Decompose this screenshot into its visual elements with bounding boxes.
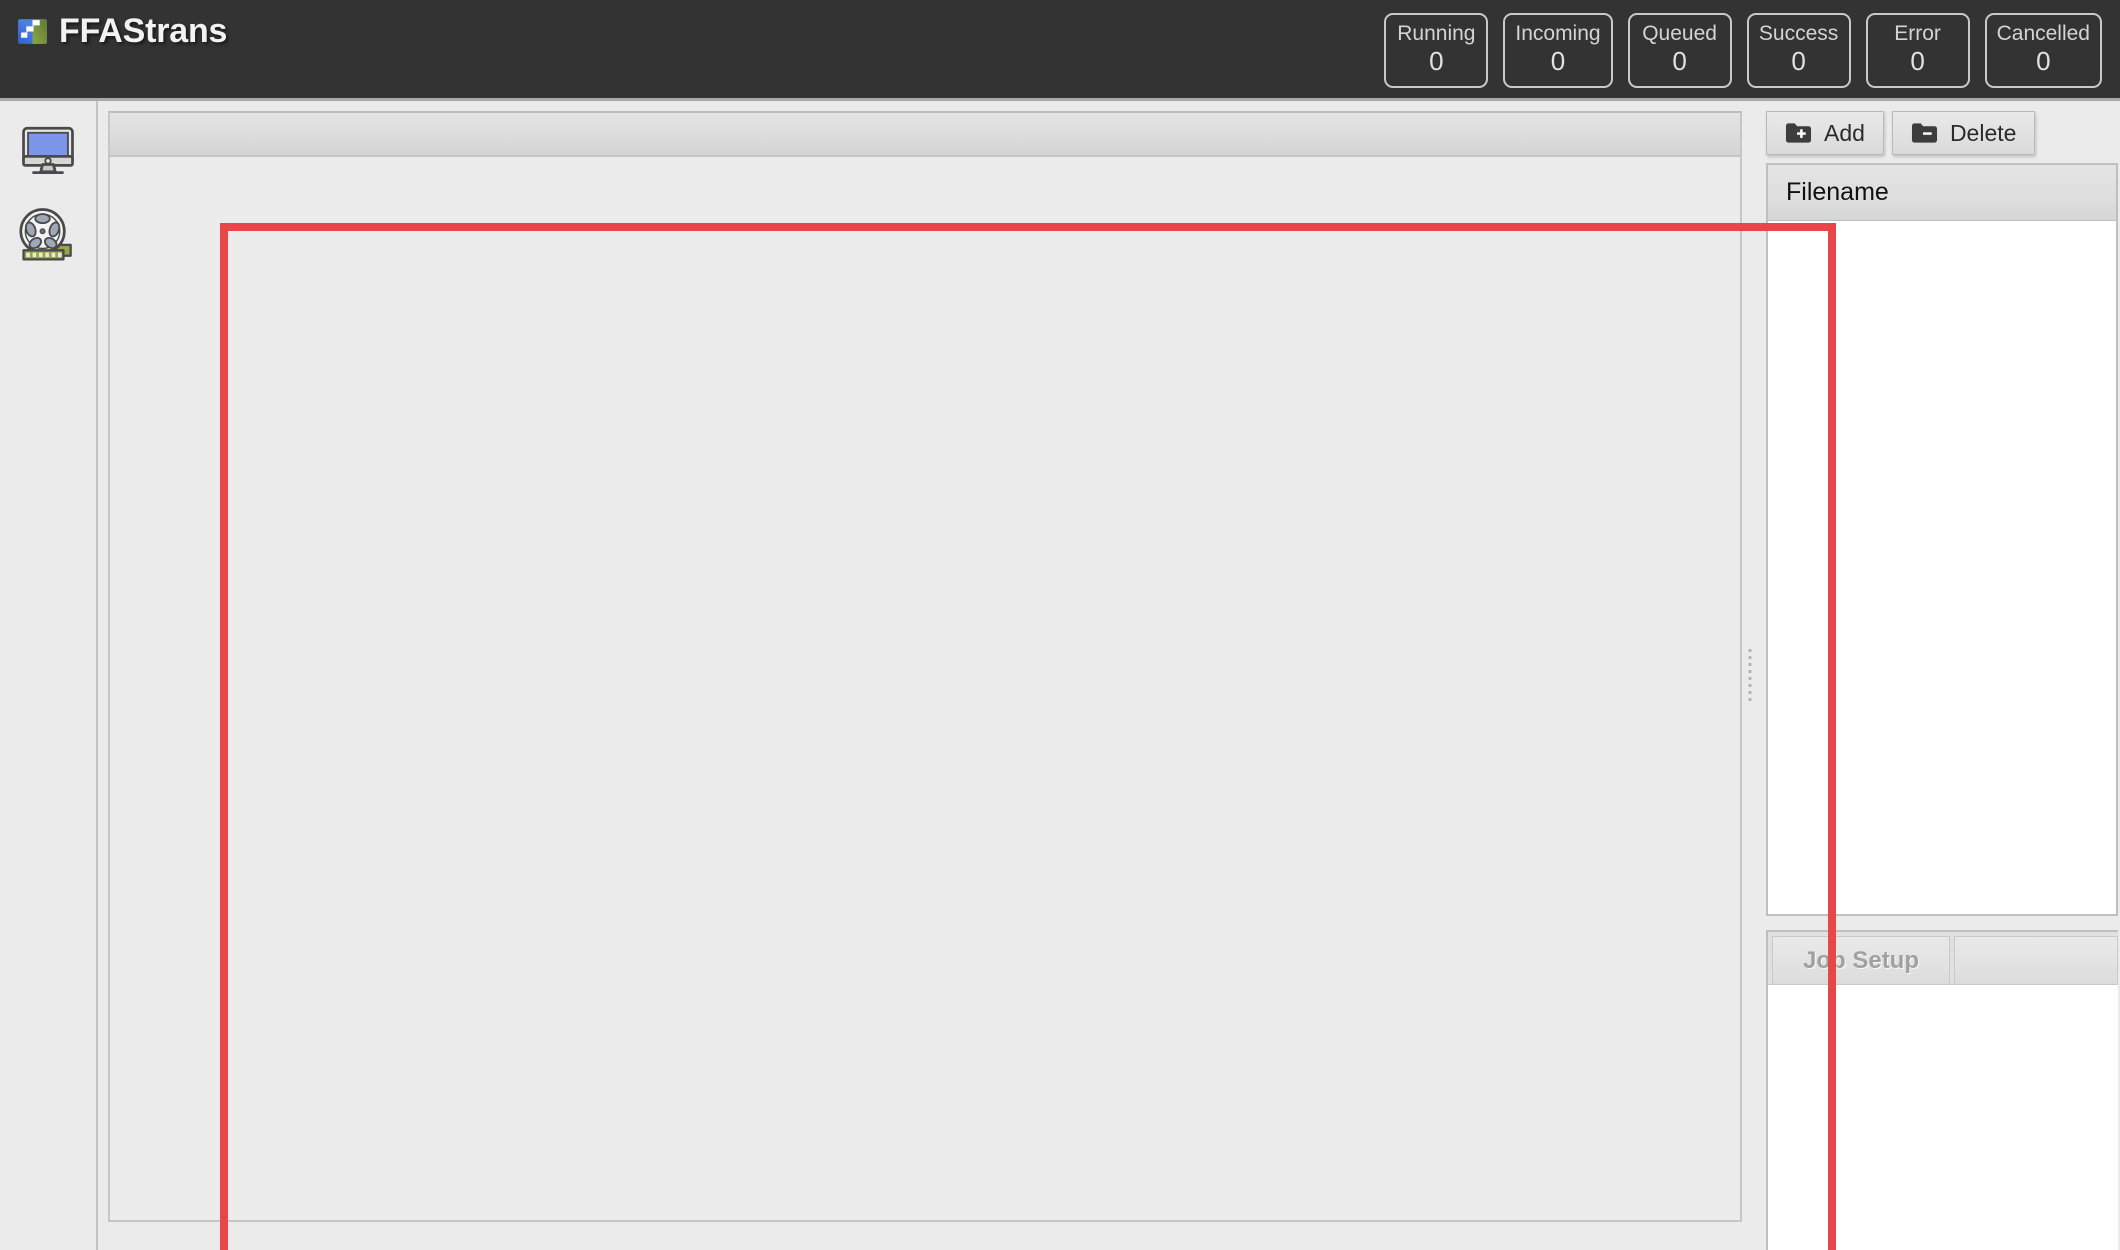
vertical-splitter[interactable]	[1742, 101, 1758, 1250]
status-badge-value: 0	[2036, 46, 2051, 77]
status-badge[interactable]: Queued 0	[1627, 13, 1732, 88]
folder-plus-icon	[1785, 122, 1812, 144]
body: Add Delete Filename Job Setup	[0, 101, 2120, 1250]
tab-strip: Job Setup	[1768, 932, 2118, 984]
tab-job-setup[interactable]: Job Setup	[1772, 936, 1951, 984]
status-badge-value: 0	[1791, 46, 1806, 77]
status-badge-label: Incoming	[1515, 22, 1601, 46]
workflow-canvas[interactable]	[110, 157, 1740, 1220]
file-toolbar: Add Delete	[1758, 101, 2118, 163]
status-badge-value: 0	[1429, 46, 1444, 77]
file-list-header[interactable]: Filename	[1768, 165, 2116, 221]
status-badge[interactable]: Cancelled 0	[1984, 13, 2102, 88]
status-badge-label: Queued	[1642, 22, 1717, 46]
app-root: FFAStrans Running 0 Incoming 0 Queued 0 …	[0, 0, 2120, 1250]
app-header: FFAStrans Running 0 Incoming 0 Queued 0 …	[0, 0, 2120, 101]
horizontal-splitter[interactable]	[1758, 916, 2118, 930]
status-badge-label: Running	[1397, 22, 1476, 46]
add-button[interactable]: Add	[1766, 111, 1884, 155]
monitor-icon	[19, 121, 77, 179]
status-badge-value: 0	[1550, 46, 1566, 77]
brand: FFAStrans	[0, 0, 227, 56]
splitter-grip-icon	[1748, 648, 1752, 703]
rail-item-monitor[interactable]	[13, 115, 83, 185]
tab-job-setup-label: Job Setup	[1803, 946, 1920, 974]
rail-item-film-reel[interactable]	[13, 199, 83, 269]
status-badge-label: Error	[1894, 22, 1941, 46]
icon-rail	[0, 101, 98, 1250]
add-button-label: Add	[1824, 119, 1865, 146]
status-badge[interactable]: Success 0	[1746, 13, 1851, 88]
job-setup-content[interactable]	[1768, 984, 2118, 1250]
delete-button-label: Delete	[1949, 119, 2017, 146]
app-title: FFAStrans	[59, 12, 228, 50]
tab-strip-filler	[1954, 936, 2118, 984]
column-header-filename: Filename	[1786, 178, 1889, 206]
film-reel-icon	[18, 205, 78, 263]
status-badge-group: Running 0 Incoming 0 Queued 0 Success 0 …	[1384, 13, 2102, 88]
workflow-panel[interactable]	[108, 111, 1742, 1222]
workflow-toolbar[interactable]	[110, 113, 1740, 157]
file-list-body[interactable]	[1768, 221, 2116, 914]
status-badge-value: 0	[1672, 46, 1687, 77]
status-badge[interactable]: Error 0	[1865, 13, 1970, 88]
delete-button[interactable]: Delete	[1891, 111, 2036, 155]
file-panel: Add Delete Filename Job Setup	[1758, 101, 2120, 1250]
ffastrans-logo-icon	[16, 15, 49, 48]
status-badge[interactable]: Incoming 0	[1503, 13, 1613, 88]
workflow-area	[98, 101, 1836, 1250]
status-badge-label: Success	[1758, 22, 1839, 46]
file-list[interactable]: Filename	[1766, 163, 2118, 916]
status-badge-value: 0	[1910, 46, 1925, 77]
status-badge[interactable]: Running 0	[1384, 13, 1489, 88]
job-setup-panel: Job Setup	[1766, 930, 2118, 1250]
folder-minus-icon	[1911, 122, 1938, 144]
status-badge-label: Cancelled	[1996, 22, 2090, 46]
